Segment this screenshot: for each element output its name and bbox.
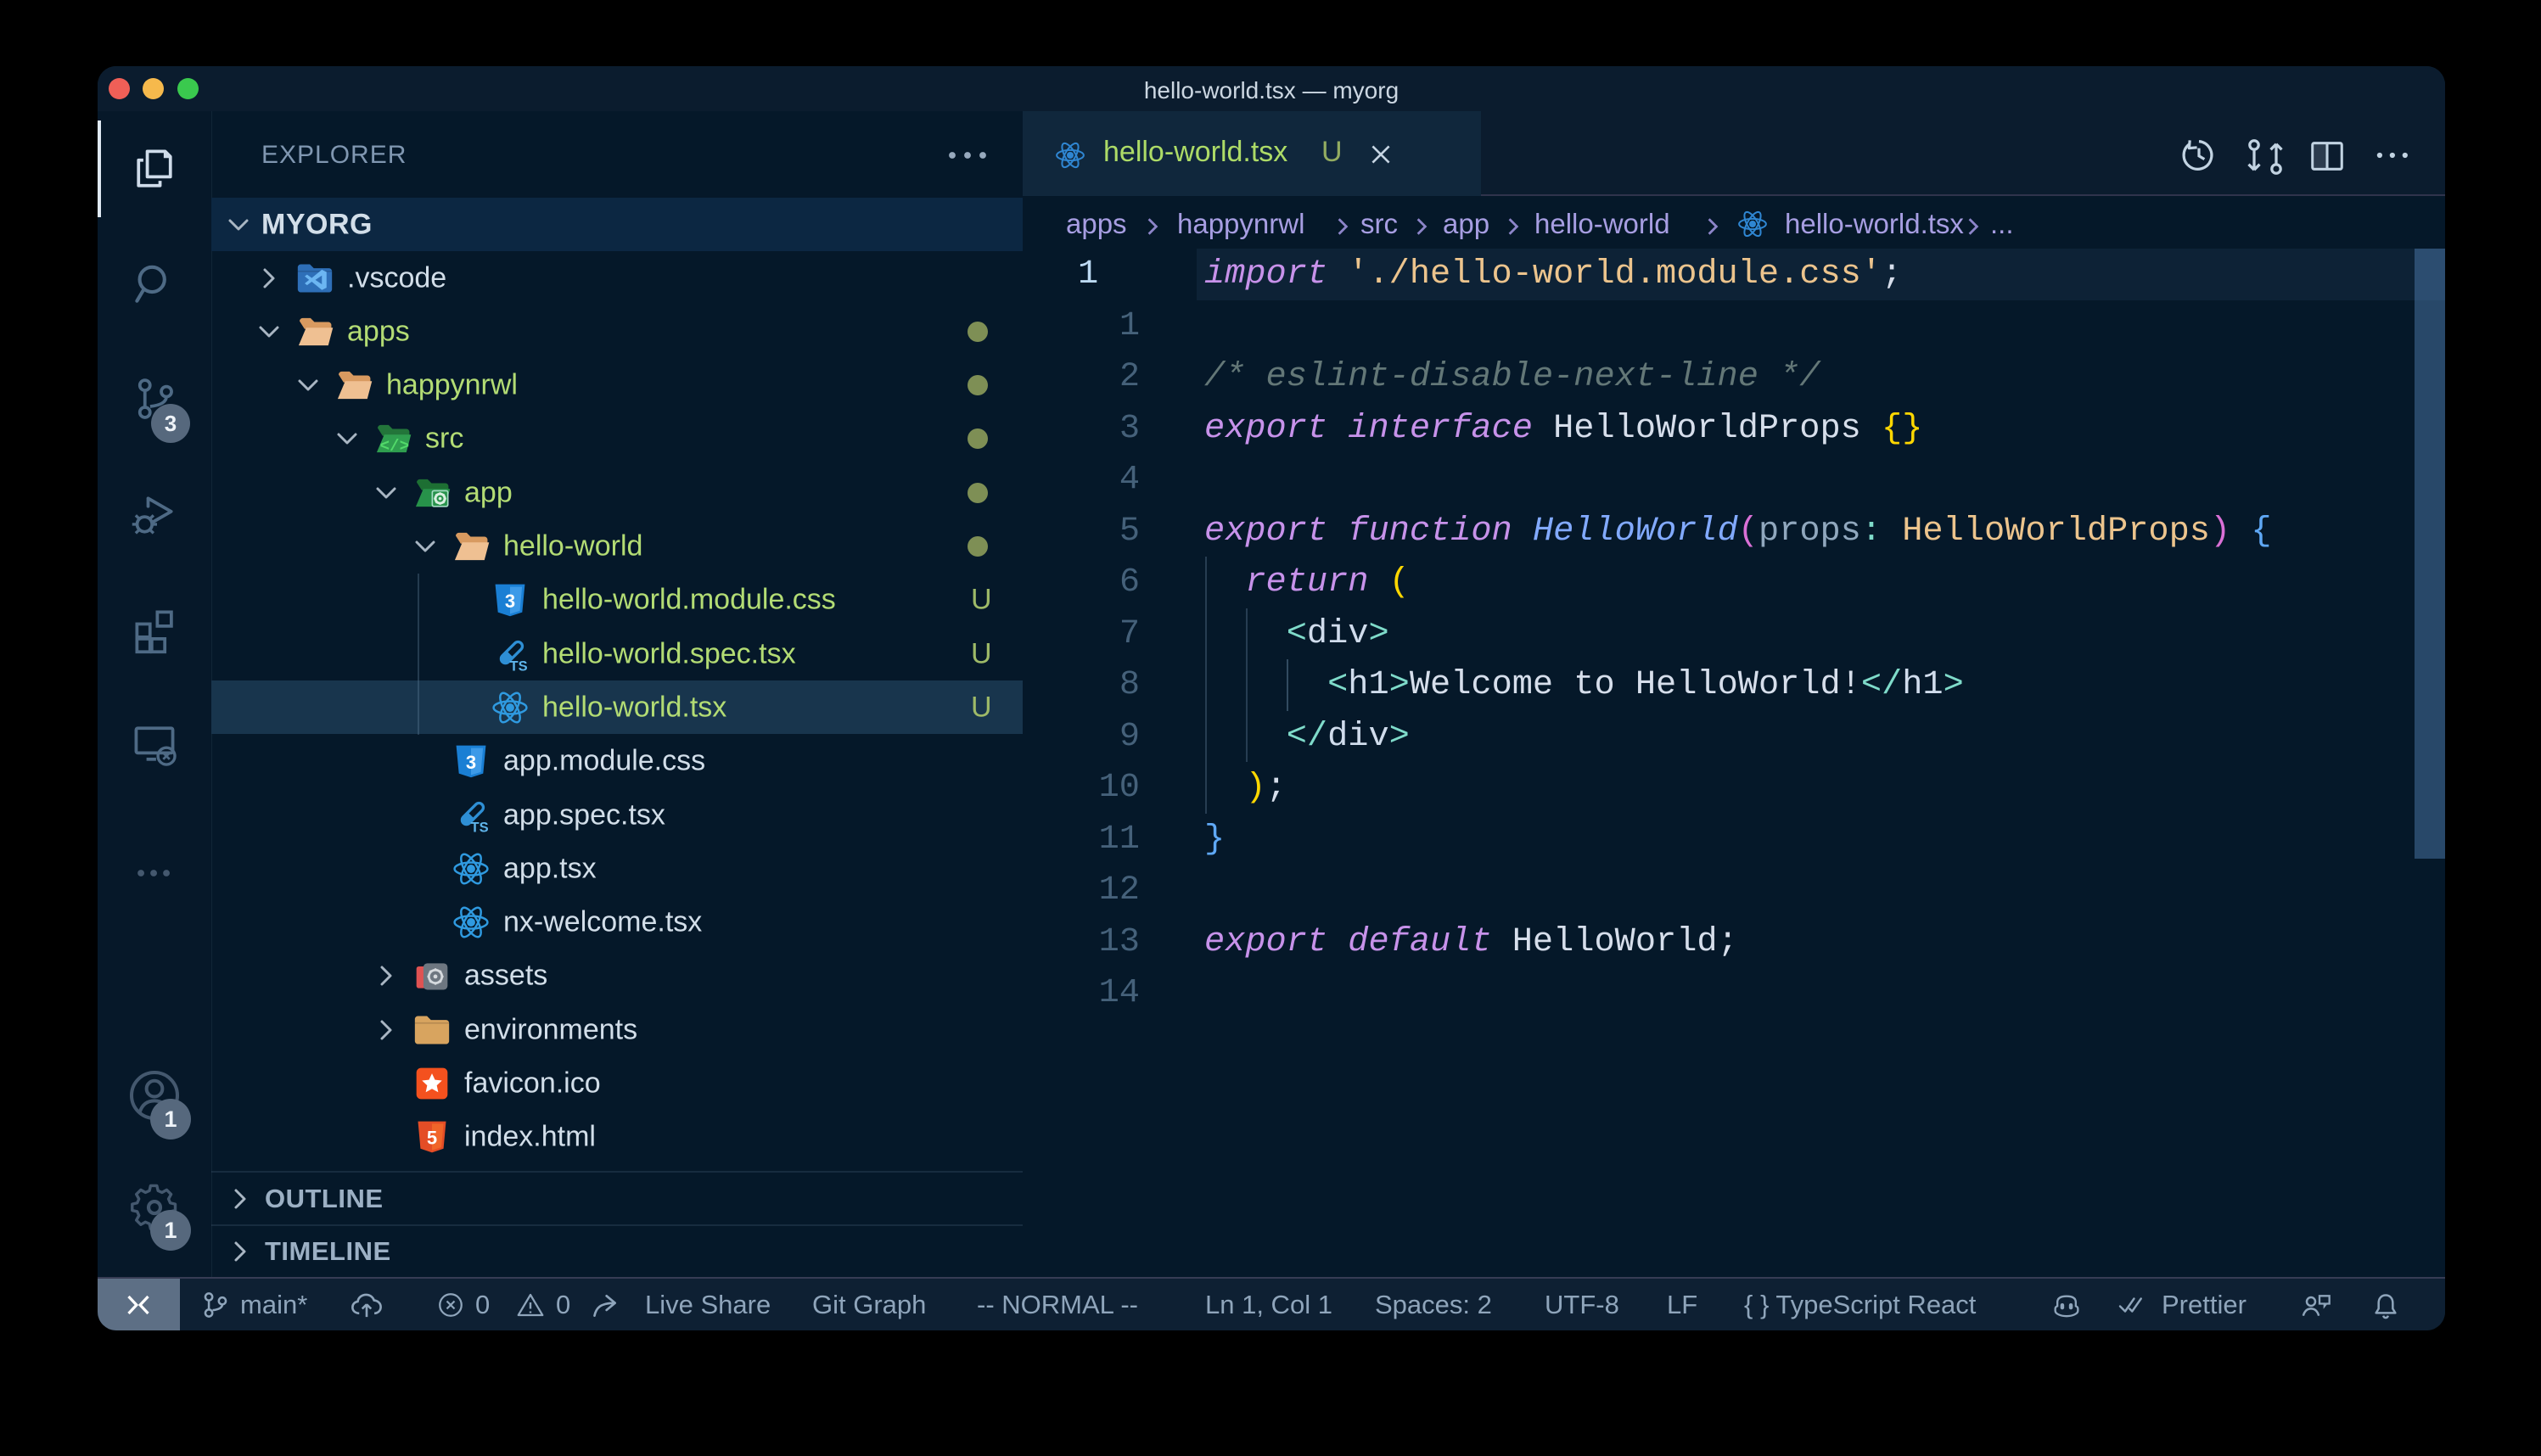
svg-text:5: 5 (427, 1128, 437, 1149)
svg-text:</>: </> (380, 437, 410, 456)
svg-text:3: 3 (466, 752, 476, 773)
svg-text:TS: TS (510, 658, 528, 673)
svg-text:3: 3 (505, 591, 515, 612)
svg-text:TS: TS (471, 820, 489, 834)
